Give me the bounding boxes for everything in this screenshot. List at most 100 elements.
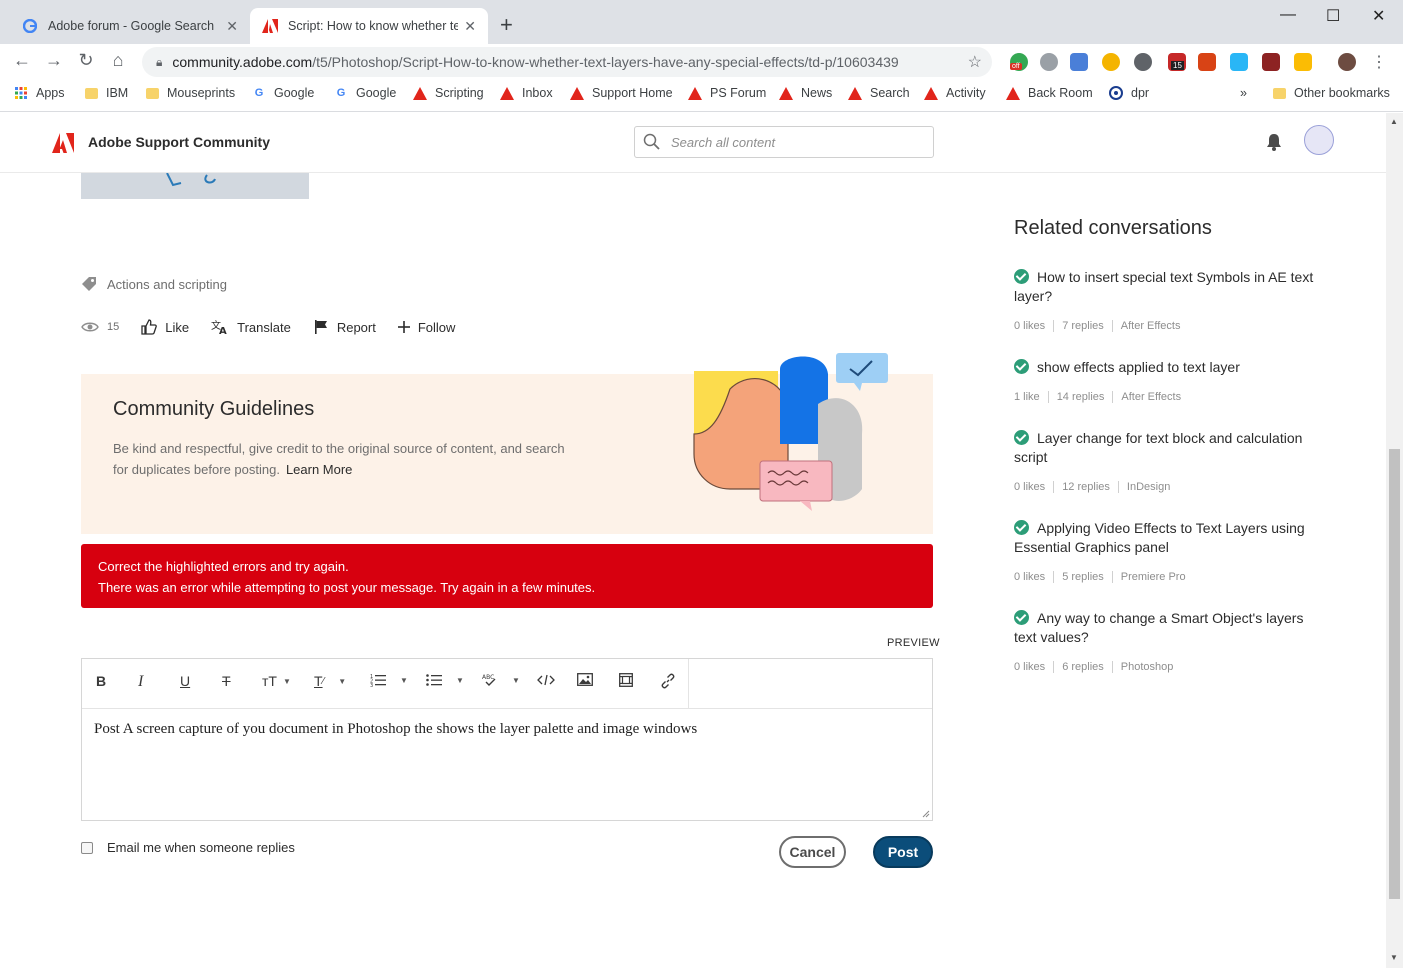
new-tab-button[interactable]: + [500, 12, 513, 38]
resize-grip-icon[interactable] [922, 810, 930, 818]
user-avatar[interactable] [1304, 125, 1334, 155]
related-item[interactable]: Any way to change a Smart Object's layer… [1014, 609, 1314, 673]
scroll-down-icon[interactable]: ▼ [1390, 953, 1398, 962]
numbered-list-button[interactable]: 123 ▼ [370, 673, 408, 687]
profile-avatar-icon[interactable] [1338, 53, 1356, 71]
cancel-button[interactable]: Cancel [779, 836, 846, 868]
browser-menu-icon[interactable]: ⋮ [1371, 52, 1387, 72]
extension-adobe-icon[interactable] [1262, 53, 1280, 71]
font-size-dropdown[interactable]: тT ▼ [262, 673, 291, 689]
tab-title: Adobe forum - Google Search [48, 19, 215, 33]
scroll-up-icon[interactable]: ▲ [1390, 117, 1398, 126]
tab-google-search[interactable]: Adobe forum - Google Search ✕ [10, 8, 250, 44]
email-notify-label[interactable]: Email me when someone replies [107, 840, 295, 855]
bullet-list-button[interactable]: ▼ [426, 673, 464, 687]
report-button[interactable]: Report [313, 319, 376, 335]
bookmark-support-home[interactable]: Support Home [570, 86, 673, 100]
minimize-icon[interactable]: — [1280, 6, 1296, 24]
post-button[interactable]: Post [873, 836, 933, 868]
close-tab-icon[interactable]: ✕ [464, 18, 476, 35]
follow-button[interactable]: Follow [397, 320, 455, 335]
search-input[interactable]: Search all content [634, 126, 934, 158]
extension-book-icon[interactable] [1198, 53, 1216, 71]
insert-link-button[interactable] [660, 673, 676, 689]
related-title[interactable]: How to insert special text Symbols in AE… [1014, 269, 1313, 304]
post-label-link[interactable]: Actions and scripting [107, 277, 227, 292]
notification-bell-icon[interactable] [1266, 133, 1282, 151]
scrollbar-thumb[interactable] [1389, 449, 1400, 899]
extension-photo-icon[interactable] [1230, 53, 1248, 71]
related-title[interactable]: Layer change for text block and calculat… [1014, 430, 1302, 465]
address-bar[interactable]: 🔒︎ community.adobe.com/t5/Photoshop/Scri… [142, 47, 992, 77]
adobe-icon [1006, 86, 1020, 100]
reload-icon[interactable]: ↻ [74, 50, 98, 71]
extension-gear-icon[interactable] [1134, 53, 1152, 71]
adobe-logo-icon[interactable] [52, 133, 74, 153]
reply-textarea[interactable]: Post A screen capture of you document in… [82, 709, 932, 750]
related-title[interactable]: Applying Video Effects to Text Layers us… [1014, 520, 1305, 555]
bookmark-other[interactable]: Other bookmarks [1272, 86, 1390, 100]
code-button[interactable] [537, 673, 555, 687]
bookmark-google-2[interactable]: G Google [334, 86, 397, 100]
home-icon[interactable]: ⌂ [106, 50, 130, 71]
related-board[interactable]: InDesign [1127, 481, 1178, 493]
close-tab-icon[interactable]: ✕ [226, 18, 238, 35]
bookmark-ibm[interactable]: IBM [84, 86, 128, 100]
extension-share-icon[interactable] [1294, 53, 1312, 71]
bookmark-scripting[interactable]: Scripting [413, 86, 484, 100]
close-window-icon[interactable]: ✕ [1372, 6, 1385, 26]
translate-button[interactable]: 文A Translate [211, 319, 291, 335]
bookmark-activity[interactable]: Activity [924, 86, 986, 100]
preview-link[interactable]: PREVIEW [887, 637, 940, 649]
site-name[interactable]: Adobe Support Community [88, 134, 270, 150]
bookmark-mouseprints[interactable]: Mouseprints [145, 86, 235, 100]
spellcheck-button[interactable]: ABC ▼ [482, 673, 520, 687]
bold-button[interactable]: B [96, 673, 106, 689]
page-scrollbar[interactable]: ▲ ▼ [1386, 113, 1403, 968]
related-replies: 5 replies [1062, 571, 1113, 583]
google-icon: G [336, 87, 346, 99]
bookmark-ps-forum[interactable]: PS Forum [688, 86, 766, 100]
underline-button[interactable]: U [180, 673, 190, 689]
translate-extension-icon[interactable] [1070, 53, 1088, 71]
forward-icon[interactable]: → [42, 50, 66, 71]
reply-text: Post A screen capture of you document in… [94, 721, 698, 737]
email-notify-checkbox[interactable] [81, 841, 93, 854]
error-line-2: There was an error while attempting to p… [98, 580, 596, 595]
related-board[interactable]: Premiere Pro [1121, 571, 1194, 583]
extension-calendar-icon[interactable]: 15 [1168, 53, 1186, 71]
strikethrough-button[interactable]: T [222, 673, 231, 689]
related-item[interactable]: Layer change for text block and calculat… [1014, 429, 1314, 493]
text-format-dropdown[interactable]: T ⁄ ▼ [314, 673, 346, 689]
learn-more-link[interactable]: Learn More [286, 462, 352, 477]
extension-compass-icon[interactable] [1102, 53, 1120, 71]
like-button[interactable]: Like [141, 319, 189, 335]
related-title[interactable]: Any way to change a Smart Object's layer… [1014, 610, 1303, 645]
related-item[interactable]: How to insert special text Symbols in AE… [1014, 268, 1314, 332]
bookmarks-overflow-button[interactable]: » [1240, 86, 1247, 100]
back-icon[interactable]: ← [10, 50, 34, 71]
bookmark-back-room[interactable]: Back Room [1006, 86, 1093, 100]
related-title[interactable]: show effects applied to text layer [1037, 359, 1240, 375]
bookmark-apps[interactable]: Apps [14, 86, 65, 100]
extension-shield-icon[interactable] [1040, 53, 1058, 71]
tab-adobe-script[interactable]: Script: How to know whether text ✕ [250, 8, 488, 44]
related-likes: 0 likes [1014, 481, 1055, 493]
related-item[interactable]: show effects applied to text layer 1 lik… [1014, 358, 1314, 403]
insert-video-button[interactable] [619, 673, 633, 687]
bookmark-news[interactable]: News [779, 86, 832, 100]
insert-image-button[interactable] [577, 673, 593, 686]
italic-button[interactable]: I [138, 673, 143, 691]
extension-green-icon[interactable]: off [1010, 53, 1028, 71]
related-board[interactable]: After Effects [1121, 391, 1189, 403]
maximize-icon[interactable]: ☐ [1326, 6, 1340, 26]
related-heading: Related conversations [1014, 217, 1212, 239]
bookmark-inbox[interactable]: Inbox [500, 86, 553, 100]
related-board[interactable]: After Effects [1121, 320, 1189, 332]
bookmark-search[interactable]: Search [848, 86, 910, 100]
bookmark-dpr[interactable]: dpr [1109, 86, 1149, 100]
bookmark-star-icon[interactable]: ☆ [968, 52, 982, 72]
related-board[interactable]: Photoshop [1121, 661, 1182, 673]
related-item[interactable]: Applying Video Effects to Text Layers us… [1014, 519, 1314, 583]
bookmark-google-1[interactable]: G Google [252, 86, 315, 100]
